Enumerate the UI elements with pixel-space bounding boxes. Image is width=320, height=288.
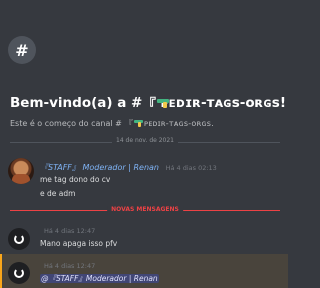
author-name[interactable]: 『STAFF』 Moderador | Renan xyxy=(40,163,159,172)
channel-view: # Bem-vindo(a) a # 『 ᴘᴇᴅɪʀ-ᴛᴀɢs-ᴏʀɢs! Es… xyxy=(0,0,288,288)
welcome-title-prefix: Bem-vindo(a) a # xyxy=(10,95,143,111)
date-divider: 14 de nov. de 2021 xyxy=(10,137,280,144)
avatar[interactable] xyxy=(8,262,30,284)
channel-hash-icon: # xyxy=(8,36,36,64)
welcome-title: Bem-vindo(a) a # 『 ᴘᴇᴅɪʀ-ᴛᴀɢs-ᴏʀɢs! xyxy=(10,93,286,113)
timestamp: Há 4 dias 02:13 xyxy=(165,164,217,172)
welcome-subtitle: Este é o começo do canal # 『 ᴘᴇᴅɪʀ-ᴛᴀɢs-… xyxy=(10,118,214,129)
message-text: e de adm xyxy=(40,189,76,198)
message-header: Há 4 dias 12:47 xyxy=(40,261,95,270)
channel-link-bracket: 『 xyxy=(124,119,134,128)
welcome-title-bracket: 『 xyxy=(142,97,156,113)
user-mention[interactable]: @『STAFF』Moderador | Renan xyxy=(40,274,159,283)
timestamp: Há 4 dias 12:47 xyxy=(44,262,96,270)
avatar-logo-icon xyxy=(14,234,24,244)
new-messages-divider: NOVAS MENSAGENS xyxy=(10,206,280,213)
channel-link[interactable]: 『 ᴘᴇᴅɪʀ-ᴛᴀɢs-ᴏʀɢs. xyxy=(125,118,214,129)
welcome-title-channel: ᴘᴇᴅɪʀ-ᴛᴀɢs-ᴏʀɢs! xyxy=(160,95,286,111)
channel-link-name: ᴘᴇᴅɪʀ-ᴛᴀɢs-ᴏʀɢs. xyxy=(144,119,214,128)
date-divider-label: 14 de nov. de 2021 xyxy=(112,137,178,144)
message-text: @『STAFF』Moderador | Renan xyxy=(40,273,159,284)
message-text: Mano apaga isso pfv xyxy=(40,239,118,248)
timestamp: Há 4 dias 12:47 xyxy=(44,227,96,235)
gun-emoji-icon xyxy=(156,98,169,108)
message-header: Há 4 dias 12:47 xyxy=(40,226,95,235)
avatar-logo-icon xyxy=(14,268,24,278)
message-text: me tag dono do cv xyxy=(40,175,111,184)
new-messages-label: NOVAS MENSAGENS xyxy=(107,206,183,213)
gun-emoji-icon xyxy=(134,120,144,127)
avatar[interactable] xyxy=(8,228,30,250)
avatar[interactable] xyxy=(8,158,34,184)
message-header: 『STAFF』 Moderador | Renan Há 4 dias 02:1… xyxy=(40,162,217,173)
welcome-subtitle-prefix: Este é o começo do canal # xyxy=(10,119,122,128)
